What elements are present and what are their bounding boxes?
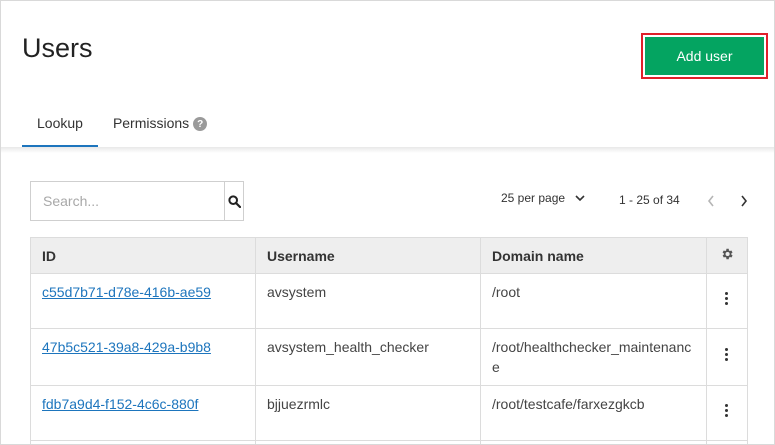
table-row-partial — [30, 440, 748, 444]
previous-page-button[interactable] — [703, 191, 719, 211]
search-icon — [227, 194, 241, 208]
cell-domain: /root/testcafe/farxezgkcb — [480, 385, 707, 441]
gear-icon — [722, 248, 733, 260]
tab-permissions-label: Permissions — [112, 115, 190, 131]
per-page-select[interactable]: 25 per page — [501, 191, 585, 205]
search-button[interactable] — [224, 182, 243, 220]
cell-username: bjjuezrmlc — [255, 385, 481, 441]
next-page-button[interactable] — [736, 191, 752, 211]
add-user-button-highlight: Add user — [641, 33, 768, 79]
users-table: ID Username Domain name c55d7b71-d78e-41… — [30, 237, 748, 444]
search-box — [30, 181, 244, 221]
kebab-menu-icon — [725, 402, 729, 419]
add-user-button[interactable]: Add user — [645, 37, 764, 75]
cell-empty — [30, 440, 256, 444]
page-header: Users Add user Lookup Permissions ? — [1, 1, 774, 149]
user-id-link[interactable]: 47b5c521-39a8-429a-b9b8 — [42, 339, 211, 355]
row-actions-button[interactable] — [706, 328, 748, 386]
cell-id: c55d7b71-d78e-416b-ae59 — [30, 273, 256, 329]
table-row: 47b5c521-39a8-429a-b9b8 avsystem_health_… — [30, 328, 748, 386]
table-row: c55d7b71-d78e-416b-ae59 avsystem /root — [30, 273, 748, 329]
kebab-menu-icon — [725, 290, 729, 307]
user-id-link[interactable]: fdb7a9d4-f152-4c6c-880f — [42, 396, 198, 412]
user-id-link[interactable]: c55d7b71-d78e-416b-ae59 — [42, 284, 211, 300]
cell-username: avsystem_health_checker — [255, 328, 481, 386]
column-header-domain[interactable]: Domain name — [480, 237, 707, 274]
cell-empty — [706, 440, 748, 444]
chevron-left-icon — [707, 195, 714, 207]
kebab-menu-icon — [725, 346, 729, 363]
table-header-row: ID Username Domain name — [30, 237, 748, 274]
header-shadow — [1, 147, 774, 153]
tab-lookup-label: Lookup — [37, 115, 83, 131]
cell-id: fdb7a9d4-f152-4c6c-880f — [30, 385, 256, 441]
tab-bar: Lookup Permissions ? — [22, 115, 222, 147]
help-icon[interactable]: ? — [193, 117, 208, 131]
cell-domain: /root/healthchecker_maintenance — [480, 328, 707, 386]
table-row: fdb7a9d4-f152-4c6c-880f bjjuezrmlc /root… — [30, 385, 748, 441]
tab-permissions[interactable]: Permissions ? — [98, 115, 222, 147]
pagination-range: 1 - 25 of 34 — [619, 193, 680, 207]
chevron-down-icon — [575, 194, 585, 201]
page-title: Users — [22, 33, 93, 63]
tab-lookup[interactable]: Lookup — [22, 115, 98, 147]
app-frame: Users Add user Lookup Permissions ? 25 p… — [0, 0, 775, 445]
column-settings-button[interactable] — [706, 237, 748, 274]
column-header-id[interactable]: ID — [30, 237, 256, 274]
cell-empty — [255, 440, 481, 444]
row-actions-button[interactable] — [706, 273, 748, 329]
chevron-right-icon — [741, 195, 748, 207]
cell-empty — [480, 440, 707, 444]
cell-username: avsystem — [255, 273, 481, 329]
column-header-username[interactable]: Username — [255, 237, 481, 274]
cell-domain: /root — [480, 273, 707, 329]
cell-id: 47b5c521-39a8-429a-b9b8 — [30, 328, 256, 386]
row-actions-button[interactable] — [706, 385, 748, 441]
search-input[interactable] — [31, 182, 224, 220]
per-page-label: 25 per page — [501, 191, 566, 205]
